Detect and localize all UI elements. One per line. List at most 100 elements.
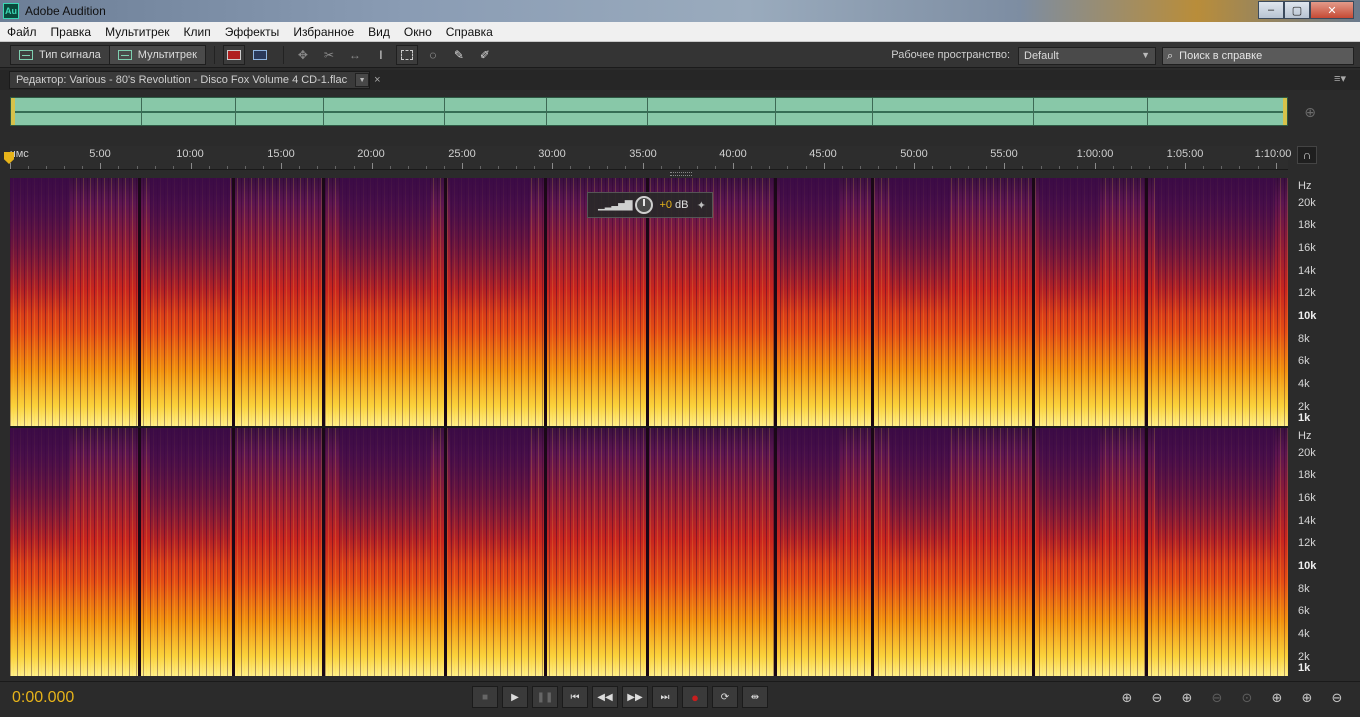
time-selection-tool-button[interactable]: I (370, 45, 392, 65)
stop-button[interactable]: ■ (472, 686, 498, 708)
pin-icon[interactable]: ✦ (697, 199, 706, 212)
close-tab-icon[interactable]: × (374, 74, 380, 86)
zoom-out-amplitude-button[interactable]: ⊖ (1144, 688, 1170, 708)
zoom-in-amplitude-icon: ⊕ (1121, 690, 1133, 705)
ruler-tick (697, 166, 699, 169)
menu-help[interactable]: Справка (439, 25, 500, 39)
ruler-tick (317, 166, 319, 169)
ruler-label: 15:00 (267, 148, 295, 160)
menu-file[interactable]: Файл (0, 25, 44, 39)
current-time-display[interactable]: 0:00.000 (12, 689, 74, 707)
ruler-label: 35:00 (629, 148, 657, 160)
pause-button[interactable]: ❚❚ (532, 686, 558, 708)
spot-healing-tool-button[interactable]: ✐ (474, 45, 496, 65)
zoom-full-icon[interactable]: ⊕ (1304, 104, 1316, 121)
spectral-pitch-button[interactable] (249, 45, 271, 65)
snap-toggle-icon[interactable]: ∩ (1297, 146, 1317, 164)
gain-value[interactable]: +0 (659, 199, 672, 211)
zoom-in-amplitude-button[interactable]: ⊕ (1114, 688, 1140, 708)
menu-window[interactable]: Окно (397, 25, 439, 39)
editor-tab[interactable]: Редактор: Various - 80's Revolution - Di… (9, 71, 371, 89)
overview-right-handle[interactable] (1283, 98, 1287, 125)
gain-hud[interactable]: ▁▂▃▅▇ +0 dB ✦ (587, 192, 713, 218)
zoom-out-full-button[interactable]: ⊖ (1204, 688, 1230, 708)
workspace-select[interactable]: Default ▼ (1018, 47, 1156, 65)
rewind-button[interactable]: ◀◀ (592, 686, 618, 708)
close-window-button[interactable]: ✕ (1310, 1, 1354, 19)
go-to-start-button[interactable]: ⏮ (562, 686, 588, 708)
menu-effects[interactable]: Эффекты (218, 25, 287, 39)
loop-playback-button[interactable]: ⟳ (712, 686, 738, 708)
maximize-button[interactable]: ▢ (1284, 1, 1310, 19)
go-to-end-button[interactable]: ⏭ (652, 686, 678, 708)
ruler-label: 55:00 (990, 148, 1018, 160)
ruler-tick (136, 166, 138, 169)
level-meter-icon: ▁▂▃▅▇ (598, 199, 632, 211)
fast-forward-button[interactable]: ▶▶ (622, 686, 648, 708)
track-gap (544, 428, 547, 676)
ruler-tick (462, 163, 463, 169)
ruler-tick (245, 166, 247, 169)
ruler-label: 45:00 (809, 148, 837, 160)
ruler-tick (371, 163, 373, 169)
ruler-tick (968, 166, 970, 169)
skip-selection-button[interactable]: ⇹ (742, 686, 768, 708)
menu-view[interactable]: Вид (361, 25, 397, 39)
menu-favorites[interactable]: Избранное (286, 25, 361, 39)
ruler-tick (64, 166, 66, 169)
zoom-in-time-button[interactable]: ⊕ (1174, 688, 1200, 708)
ruler-tick (986, 166, 988, 169)
zoom-in-left-button[interactable]: ⊕ (1264, 688, 1290, 708)
marquee-tool-button[interactable] (395, 44, 418, 65)
overview-navigator[interactable] (10, 97, 1288, 126)
ruler-tick (534, 166, 536, 169)
lasso-tool-button[interactable]: ◌ (422, 45, 444, 65)
ruler-tick (226, 166, 228, 169)
panel-menu-icon[interactable]: ≡▾ (1334, 72, 1346, 85)
overview-waveform (11, 111, 1287, 113)
zoom-in-right-button[interactable]: ⊕ (1294, 688, 1320, 708)
help-search-input[interactable]: ⌕ Поиск в справке (1162, 47, 1354, 65)
razor-tool-button[interactable]: ✂ (318, 45, 340, 65)
zoom-controls: ⊕ ⊖ ⊕ ⊖ ⊙ ⊕ ⊕ ⊖ (1114, 688, 1354, 708)
gain-knob[interactable] (635, 196, 654, 214)
ruler-label: 10:00 (176, 148, 204, 160)
ruler-tick (787, 166, 789, 169)
toolbar-separator (282, 45, 284, 64)
record-button[interactable]: ● (682, 686, 708, 708)
overview-left-handle[interactable] (11, 98, 15, 125)
menu-clip[interactable]: Клип (177, 25, 218, 39)
ruler-tick (498, 166, 500, 169)
multitrack-view-button[interactable]: Мультитрек (108, 45, 205, 64)
slip-tool-button[interactable]: ↔ (344, 45, 366, 65)
brush-tool-button[interactable]: ✎ (448, 45, 470, 65)
move-tool-button[interactable]: ✥ (292, 45, 314, 65)
ruler-tick (805, 166, 807, 169)
spectral-channel-right[interactable] (10, 428, 1288, 676)
vertical-resize-grip[interactable] (670, 172, 692, 176)
tab-dropdown-icon[interactable]: ▼ (355, 73, 370, 87)
ruler-tick (154, 166, 156, 169)
track-gap (1145, 428, 1148, 676)
editor-tab-label: Редактор: Various - 80's Revolution - Di… (16, 74, 348, 86)
multitrack-icon (117, 49, 132, 60)
menu-edit[interactable]: Правка (44, 25, 99, 39)
spectral-display-button[interactable] (222, 44, 245, 65)
minimize-button[interactable]: – (1258, 1, 1284, 19)
menu-multitrack[interactable]: Мультитрек (98, 25, 176, 39)
time-ruler[interactable]: чмс 5:00 10:00 15:00 20:00 25:00 30:00 3… (10, 146, 1291, 170)
slip-tool-icon: ↔ (348, 47, 361, 62)
track-gap (444, 428, 447, 676)
ruler-label: 30:00 (538, 148, 566, 160)
spectral-pitch-icon (252, 49, 267, 60)
zoom-to-selection-button[interactable]: ⊙ (1234, 688, 1260, 708)
chevron-down-icon: ▼ (1141, 50, 1150, 60)
spectral-quiet-region (1155, 178, 1275, 315)
waveform-view-button[interactable]: Тип сигнала (11, 45, 109, 64)
play-icon: ▶ (511, 691, 519, 703)
spectral-quiet-region (1040, 428, 1100, 565)
gain-unit: dB (675, 199, 689, 211)
track-gap (138, 178, 141, 426)
play-button[interactable]: ▶ (502, 686, 528, 708)
zoom-out-full-time-button[interactable]: ⊖ (1324, 688, 1350, 708)
